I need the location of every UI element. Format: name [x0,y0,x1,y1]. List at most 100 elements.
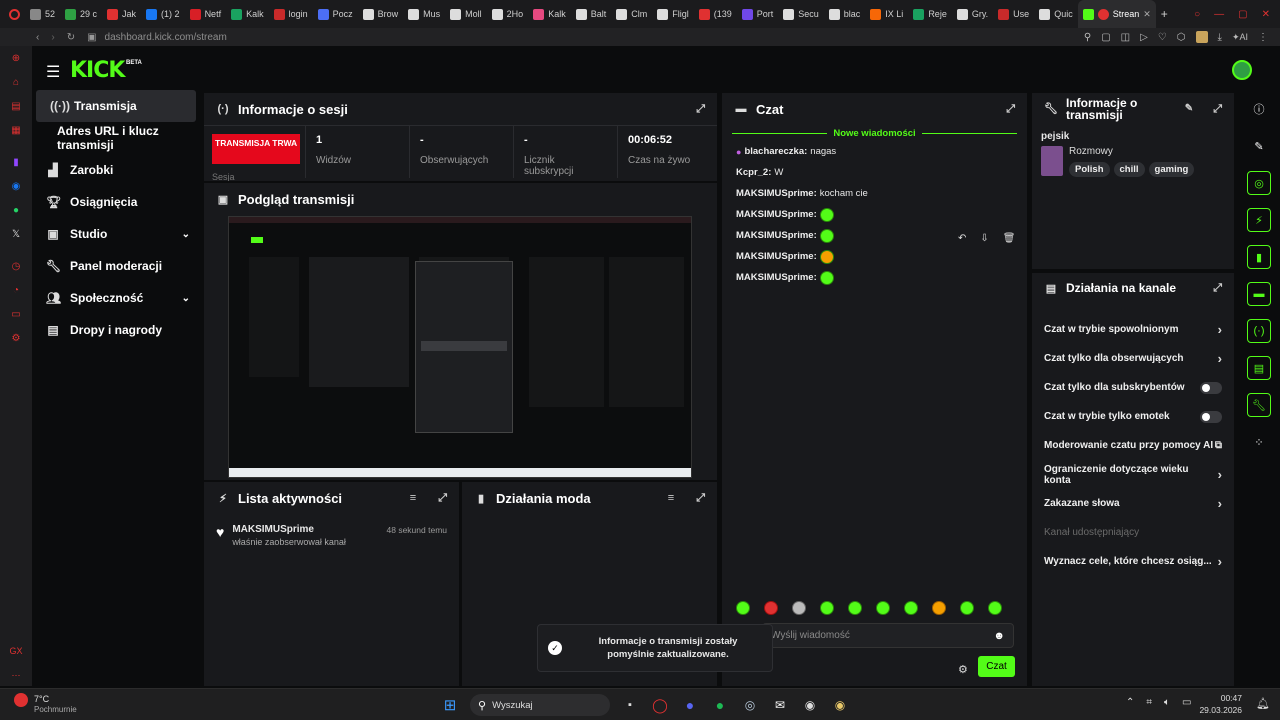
filter-icon[interactable]: ≡ [668,492,674,504]
chat-input[interactable]: Wyślij wiadomość ☻ [762,623,1014,648]
more-icon[interactable]: ⋮ [1258,32,1268,43]
close-tab-icon[interactable]: ✕ [1143,9,1151,20]
steam-icon[interactable]: ◎ [740,695,760,715]
chat-message[interactable]: Kcpr_2: W [722,162,1027,183]
whatsapp-icon[interactable]: ● [0,198,32,222]
app-icon[interactable]: ◉ [830,695,850,715]
pin-icon[interactable]: ⇩ [980,233,988,244]
browser-tab[interactable]: IX Li [865,0,908,28]
edit-icon[interactable]: ✎ [1185,103,1193,115]
nav-item-osiagniecia[interactable]: 🏆︎ Osiągnięcia [32,186,200,218]
reply-icon[interactable]: ↶ [958,233,966,244]
browser-tab[interactable]: Use [993,0,1034,28]
browser-tab[interactable]: Mus [403,0,445,28]
browser-tab[interactable]: Pocz [313,0,358,28]
opera-gx-icon[interactable]: ◯ [650,695,670,715]
action-goals[interactable]: Wyznacz cele, które chcesz osiąg... › [1032,547,1234,576]
nav-item-stream-key[interactable]: Adres URL i klucz transmisji [32,122,200,154]
sidebar-app-icon[interactable]: ⊕ [0,46,32,70]
forward-icon[interactable]: › [51,32,54,43]
search-tabs-icon[interactable]: ○ [1194,9,1200,20]
chat-username[interactable]: MAKSIMUSprime: [736,251,817,262]
browser-tab[interactable]: Clm [611,0,652,28]
chat-username[interactable]: blachareczka: [744,146,807,157]
expand-icon[interactable]: ⤢ [696,492,705,505]
browser-tab[interactable]: Quic [1034,0,1078,28]
back-icon[interactable]: ‹ [36,32,39,43]
emote-picker-icon[interactable]: ☻ [993,630,1005,642]
discord-icon[interactable]: ● [680,695,700,715]
expand-icon[interactable]: ⤢ [1006,103,1015,116]
download-icon[interactable]: ⤓ [1218,32,1222,43]
expand-icon[interactable]: ⤢ [696,103,705,116]
sidebar-app-icon[interactable]: ◔ [0,278,32,302]
delete-icon[interactable]: 🗑︎ [1003,233,1016,244]
messenger-icon[interactable]: ◉ [0,174,32,198]
chat-username[interactable]: MAKSIMUSprime: [736,188,817,199]
info-icon[interactable]: ⓘ [1247,97,1271,121]
notifications-icon[interactable]: 🔔︎ [1256,697,1270,710]
shield-icon[interactable]: ▮ [1247,245,1271,269]
obs-icon[interactable]: ◉ [800,695,820,715]
ai-icon[interactable]: ✦AI [1232,32,1248,43]
browser-menu-icon[interactable] [4,0,25,28]
tray-expand-icon[interactable]: ⌃ [1126,697,1134,708]
browser-tab[interactable]: Moll [445,0,487,28]
nav-item-panel-moderacji[interactable]: 🔧︎ Panel moderacji [32,250,200,282]
twitch-icon[interactable]: ▮ [0,150,32,174]
chat-username[interactable]: Kcpr_2: [736,167,771,178]
avatar-icon[interactable] [1195,31,1208,43]
action-followers-only[interactable]: Czat tylko dla obserwujących › [1032,344,1234,373]
action-account-age[interactable]: Ograniczenie dotyczące wieku konta › [1032,460,1234,489]
browser-tab[interactable]: Secu [778,0,824,28]
weather-icon[interactable] [14,693,28,707]
emote-icon[interactable] [988,601,1002,615]
windows-start-icon[interactable]: ⊞ [440,695,460,715]
camera-icon[interactable]: ◫ [1121,32,1130,43]
nav-item-spolecznosc[interactable]: 👥︎ Społeczność ⌄ [32,282,200,314]
broadcast-icon[interactable]: (·) [1247,319,1271,343]
network-icon[interactable]: ⌗ [1146,697,1152,708]
wrench-icon[interactable]: 🔧︎ [1247,393,1271,417]
sidebar-app-icon[interactable]: ▭ [0,302,32,326]
emote-icon[interactable] [932,601,946,615]
nav-item-dropy[interactable]: ▤ Dropy i nagrody [32,314,200,346]
emote-icon[interactable] [876,601,890,615]
bolt-icon[interactable]: ⚡︎ [1247,208,1271,232]
browser-tab[interactable]: Fligl [652,0,694,28]
url-text[interactable]: dashboard.kick.com/stream [105,32,227,43]
chat-username[interactable]: MAKSIMUSprime: [736,230,817,241]
play-icon[interactable]: ▷ [1140,32,1148,43]
nav-item-studio[interactable]: ▣ Studio ⌄ [32,218,200,250]
chat-message[interactable]: MAKSIMUSprime: [722,246,1027,267]
action-ai-moderation[interactable]: Moderowanie czatu przy pomocy AI ⧉ [1032,431,1234,460]
emote-only-toggle[interactable] [1200,410,1222,423]
maximize-icon[interactable]: ▢ [1238,9,1247,20]
browser-tab[interactable]: blac [824,0,866,28]
sidebar-app-icon[interactable]: ▤ [0,94,32,118]
actions-icon[interactable]: ▤ [1247,356,1271,380]
emote-icon[interactable] [764,601,778,615]
emote-icon[interactable] [848,601,862,615]
browser-tab[interactable]: Port [737,0,779,28]
chat-message[interactable]: MAKSIMUSprime: [722,204,1027,225]
pin-icon[interactable]: ⚲ [1084,32,1091,43]
expand-icon[interactable]: ⤢ [1213,282,1222,295]
action-slow-mode[interactable]: Czat w trybie spowolnionym › [1032,315,1234,344]
browser-tab[interactable]: Reje [908,0,952,28]
x-icon[interactable]: 𝕏 [0,222,32,246]
sidebar-app-icon[interactable]: ◷ [0,254,32,278]
expand-icon[interactable]: ⤢ [1213,103,1222,115]
browser-tab[interactable]: (139 [694,0,737,28]
heart-icon[interactable]: ♡ [1158,32,1167,43]
taskbar-search[interactable]: ⚲ Wyszukaj [470,694,610,716]
browser-tab[interactable]: Kalk [528,0,571,28]
emote-icon[interactable] [792,601,806,615]
close-window-icon[interactable]: ✕ [1262,9,1270,20]
browser-tab[interactable]: 2Ho [487,0,529,28]
nav-item-zarobki[interactable]: ▟ Zarobki [32,154,200,186]
emote-icon[interactable] [960,601,974,615]
spotify-icon[interactable]: ● [710,695,730,715]
subscribers-only-toggle[interactable] [1200,381,1222,394]
browser-tab[interactable]: Kalk [226,0,269,28]
